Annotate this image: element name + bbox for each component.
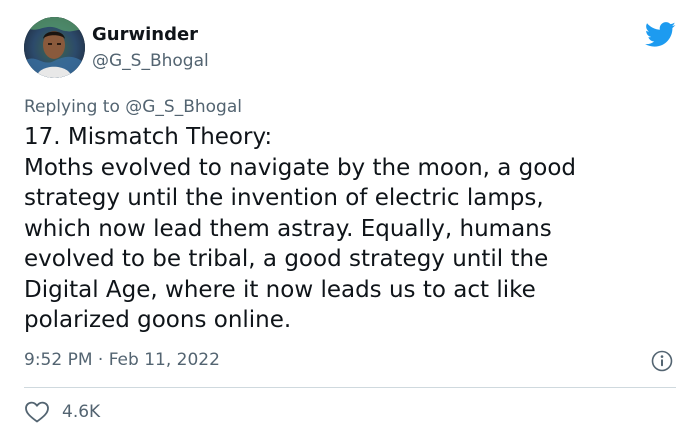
tweet-text-line: Digital Age, where it now leads us to ac… xyxy=(24,276,536,303)
replying-to-label: Replying to xyxy=(24,97,120,117)
tweet-text-line: polarized goons online. xyxy=(24,307,292,333)
tweet-text-line: evolved to be tribal, a good strategy un… xyxy=(24,246,549,272)
display-name[interactable]: Gurwinder xyxy=(92,24,198,46)
like-button[interactable]: 4.6K xyxy=(24,400,100,424)
twitter-bird-icon[interactable] xyxy=(645,22,676,48)
reply-mention-link[interactable]: @G_S_Bhogal xyxy=(125,97,242,117)
avatar[interactable] xyxy=(24,17,85,78)
heart-icon[interactable] xyxy=(24,400,50,424)
tweet-timestamp[interactable]: 9:52 PM · Feb 11, 2022 xyxy=(24,349,220,371)
tweet-text-line: 17. Mismatch Theory: xyxy=(24,124,273,150)
divider xyxy=(24,387,676,388)
replying-to: Replying to @G_S_Bhogal xyxy=(24,96,242,118)
user-avatar-photo xyxy=(24,17,85,78)
tweet-text-line: strategy until the invention of electric… xyxy=(24,185,544,211)
like-count: 4.6K xyxy=(62,402,101,422)
tweet-text: 17. Mismatch Theory: Moths evolved to na… xyxy=(24,122,664,336)
info-icon[interactable] xyxy=(651,350,673,372)
tweet-text-line: which now lead them astray. Equally, hum… xyxy=(24,215,552,242)
tweet-text-line: Moths evolved to navigate by the moon, a… xyxy=(24,154,577,181)
tweet-card: Gurwinder @G_S_Bhogal Replying to @G_S_B… xyxy=(0,0,700,441)
user-handle[interactable]: @G_S_Bhogal xyxy=(92,51,209,71)
